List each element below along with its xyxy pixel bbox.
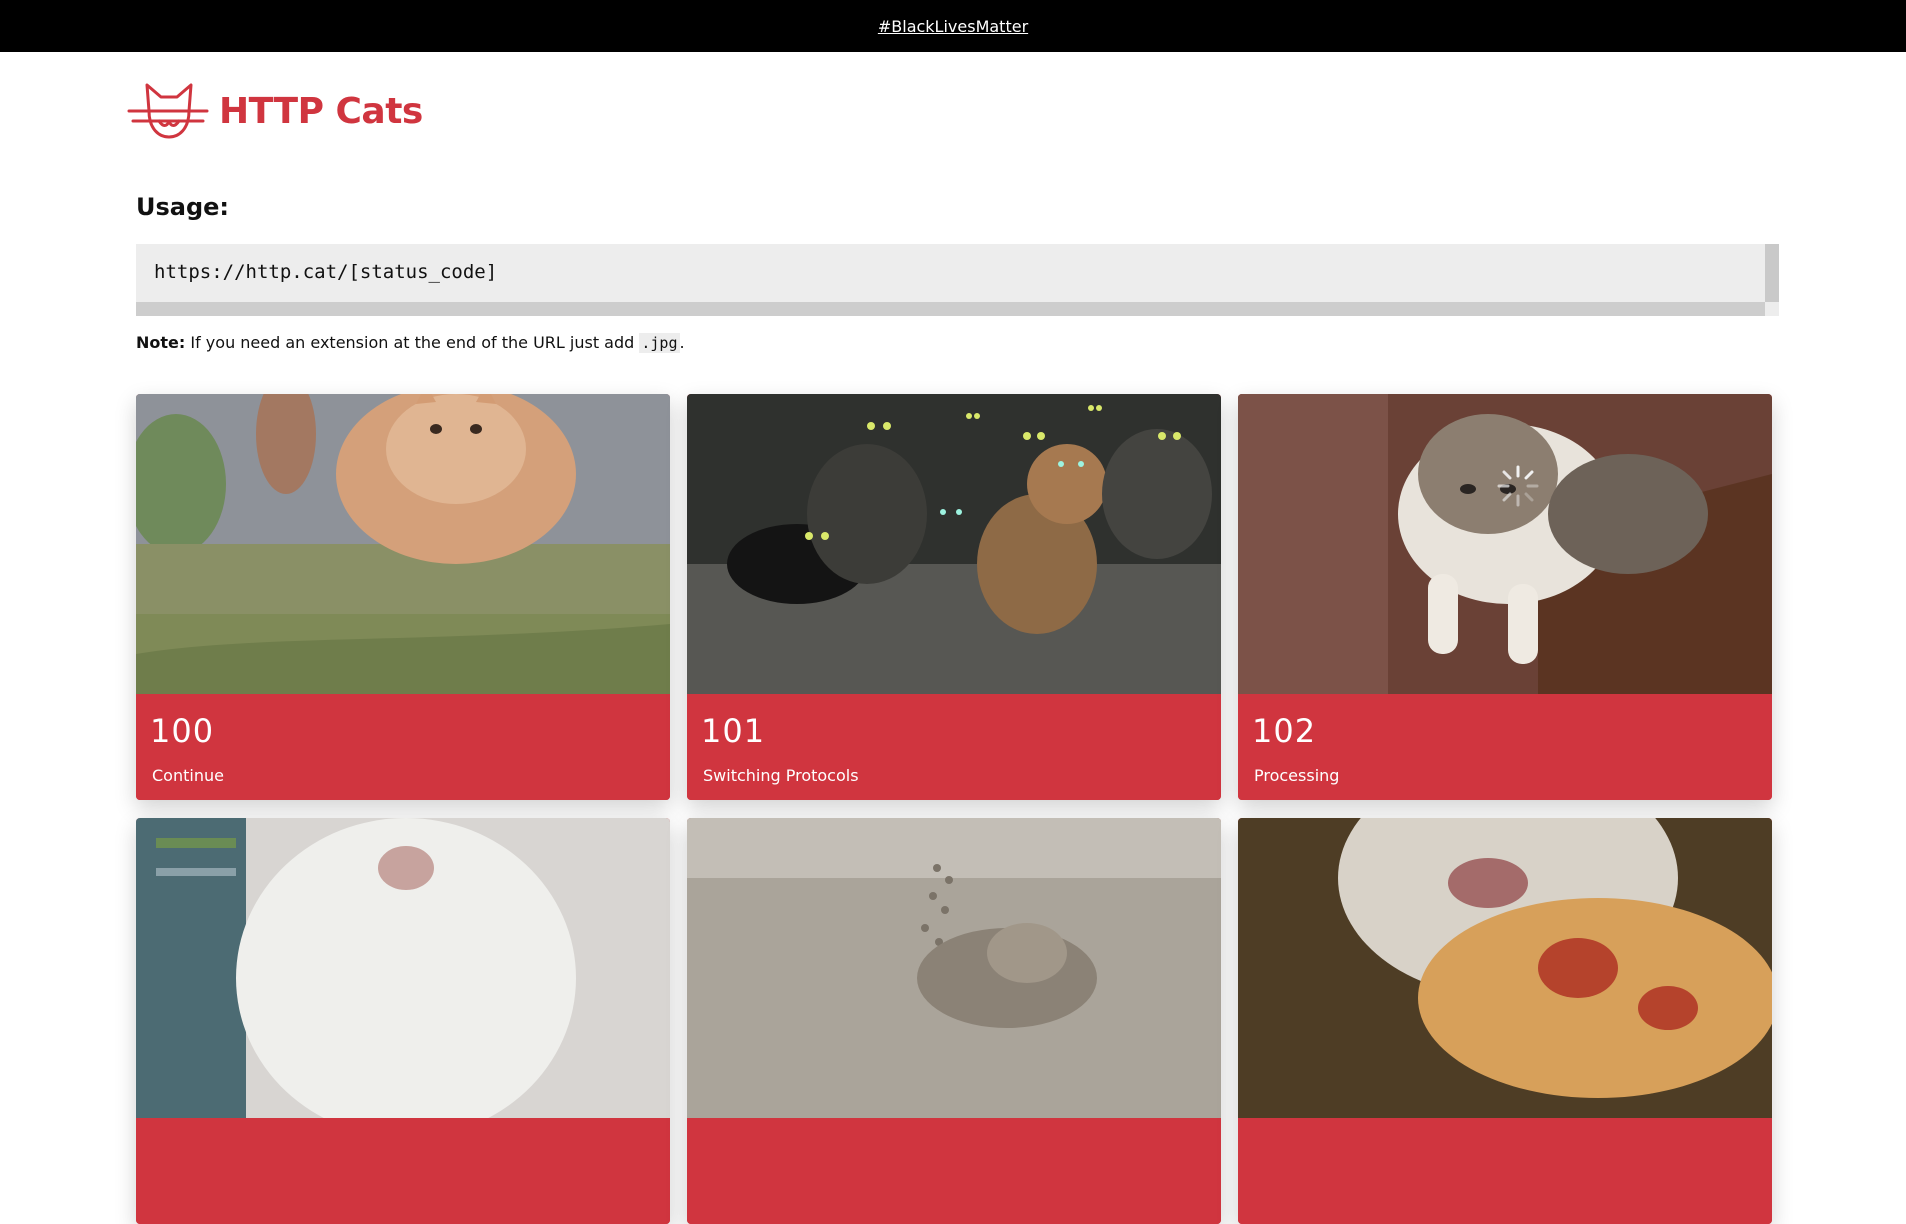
cat-image-row2-2 xyxy=(687,818,1221,1118)
cat-image-100 xyxy=(136,394,670,694)
card-body-row2-2 xyxy=(687,1118,1221,1224)
top-banner: #BlackLivesMatter xyxy=(0,0,1906,52)
cat-card-row2-2[interactable] xyxy=(687,818,1221,1224)
note-label: Note: xyxy=(136,333,186,352)
status-text: Switching Protocols xyxy=(703,766,859,785)
cat-card-row2-1[interactable] xyxy=(136,818,670,1224)
cat-card-102[interactable]: 102 Processing xyxy=(1238,394,1772,800)
scrollbar-corner xyxy=(1765,302,1779,316)
cat-logo-icon[interactable] xyxy=(127,81,209,141)
loading-spinner-icon xyxy=(1497,465,1539,507)
card-body-100: 100 Continue xyxy=(136,694,670,800)
card-body-102: 102 Processing xyxy=(1238,694,1772,800)
horizontal-scrollbar[interactable] xyxy=(136,302,1765,316)
note-end: . xyxy=(679,333,685,352)
site-header: HTTP Cats xyxy=(127,80,423,142)
usage-heading: Usage: xyxy=(136,193,230,221)
status-code: 101 xyxy=(701,712,766,750)
card-body-row2-1 xyxy=(136,1118,670,1224)
note-text: If you need an extension at the end of t… xyxy=(185,333,640,352)
status-text: Continue xyxy=(152,766,224,785)
black-lives-matter-link[interactable]: #BlackLivesMatter xyxy=(878,17,1028,36)
cat-image-row2-3 xyxy=(1238,818,1772,1118)
cat-image-101 xyxy=(687,394,1221,694)
site-title[interactable]: HTTP Cats xyxy=(219,91,423,132)
cat-card-101[interactable]: 101 Switching Protocols xyxy=(687,394,1221,800)
status-text: Processing xyxy=(1254,766,1340,785)
usage-code-block: https://http.cat/[status_code] xyxy=(136,244,1779,316)
cat-image-102 xyxy=(1238,394,1772,694)
note-extension-code: .jpg xyxy=(639,333,680,353)
usage-note: Note: If you need an extension at the en… xyxy=(136,333,685,353)
vertical-scrollbar[interactable] xyxy=(1765,244,1779,302)
cat-card-100[interactable]: 100 Continue xyxy=(136,394,670,800)
status-code: 100 xyxy=(150,712,215,750)
card-body-row2-3 xyxy=(1238,1118,1772,1224)
cat-image-row2-1 xyxy=(136,818,670,1118)
usage-code: https://http.cat/[status_code] xyxy=(154,261,498,283)
status-code: 102 xyxy=(1252,712,1317,750)
card-body-101: 101 Switching Protocols xyxy=(687,694,1221,800)
cat-card-row2-3[interactable] xyxy=(1238,818,1772,1224)
